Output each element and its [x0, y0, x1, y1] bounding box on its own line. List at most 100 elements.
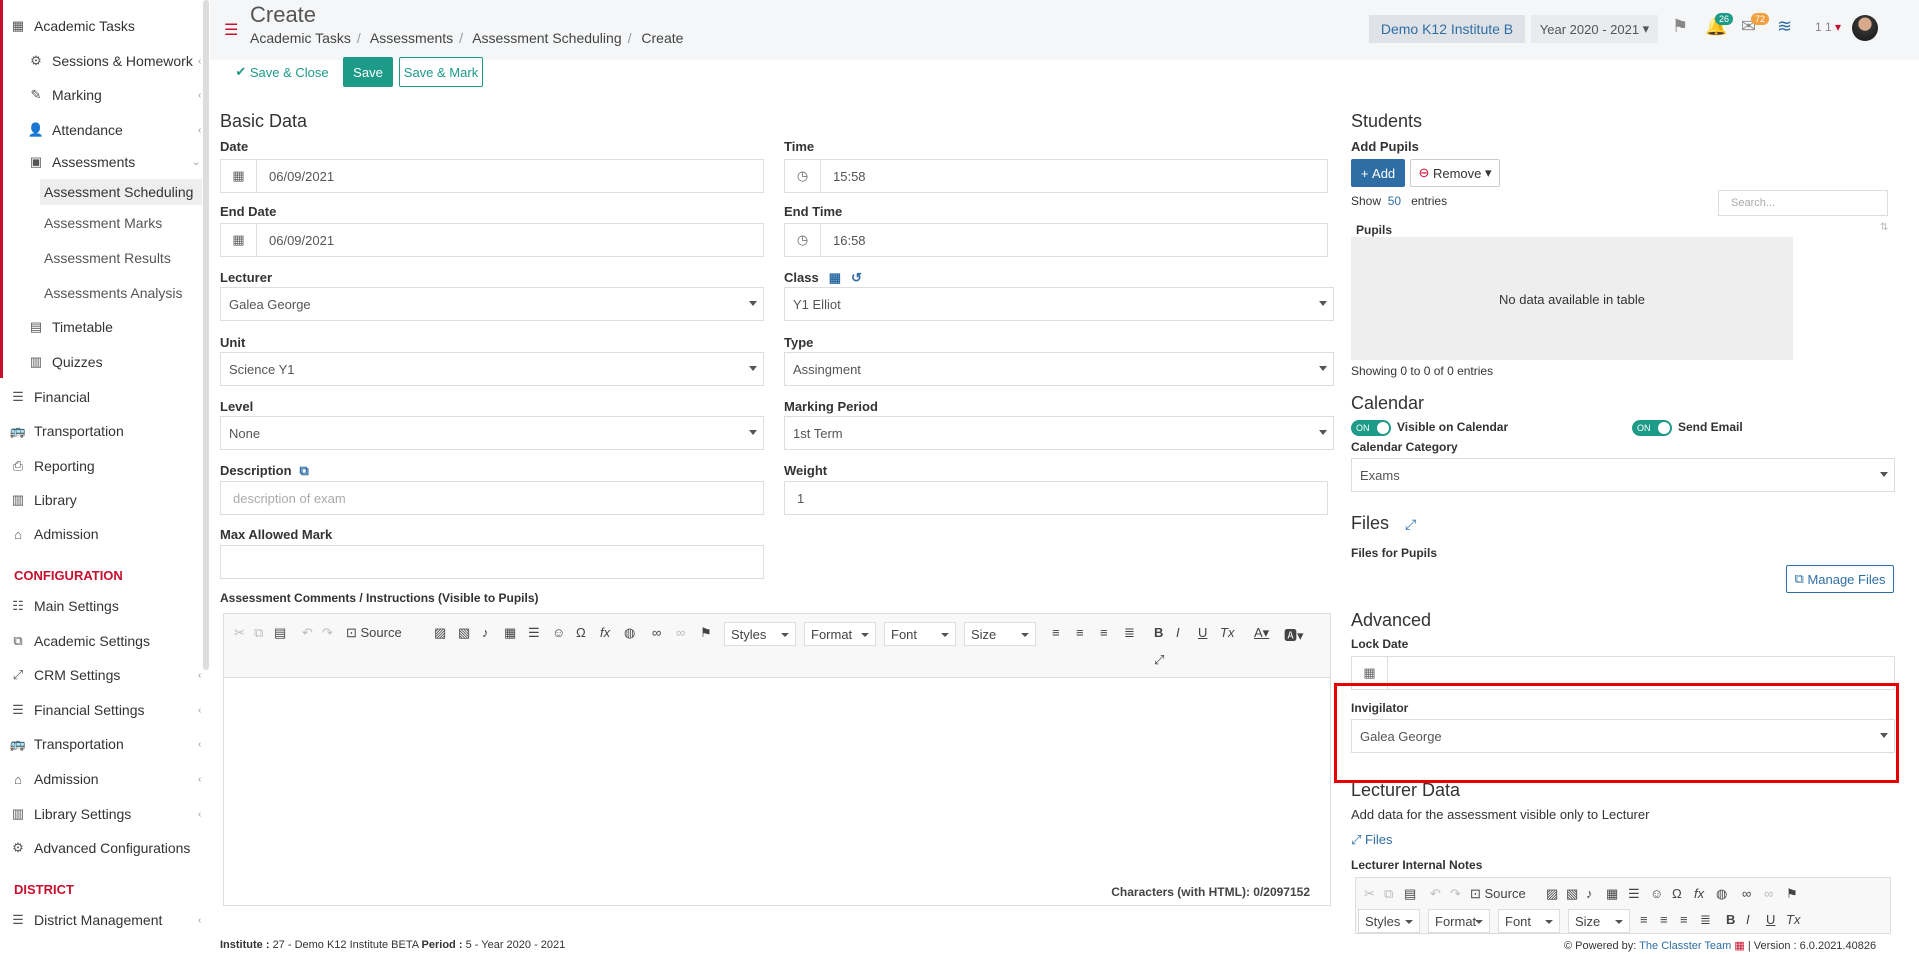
- clear-format-icon[interactable]: Tx: [1786, 912, 1800, 927]
- sidebar-item-assessment-marks[interactable]: Assessment Marks: [44, 210, 162, 236]
- level-select[interactable]: None: [220, 416, 764, 450]
- source-button[interactable]: ⊡ Source: [346, 625, 402, 641]
- paste-icon[interactable]: ▤: [1404, 886, 1416, 902]
- expand-icon[interactable]: ⤢: [1405, 516, 1416, 532]
- bold-icon[interactable]: B: [1726, 912, 1735, 927]
- italic-icon[interactable]: I: [1176, 625, 1180, 640]
- bg-color-icon[interactable]: 🅰▾: [1284, 625, 1304, 644]
- unlink-icon[interactable]: ∞: [676, 625, 685, 640]
- undo-icon[interactable]: ↶: [1430, 886, 1441, 902]
- lecturer-notes-editor-toolbar[interactable]: ✂ ⧉ ▤ ↶ ↷ ⊡ Source ▨ ▧ ♪ ▦ ☰ ☺ Ω fx ◍ ∞ …: [1355, 877, 1891, 934]
- size-dropdown[interactable]: Size: [1568, 909, 1630, 933]
- underline-icon[interactable]: U: [1198, 625, 1207, 640]
- styles-dropdown[interactable]: Styles: [1358, 909, 1420, 933]
- end-date-field[interactable]: ▦ 06/09/2021: [220, 223, 764, 257]
- add-pupil-button[interactable]: + Add: [1351, 159, 1405, 187]
- sidebar-item-library-settings[interactable]: ▥ Library Settings ‹: [10, 801, 202, 827]
- flag-icon[interactable]: ⚑: [700, 625, 712, 641]
- formula-icon[interactable]: fx: [1694, 886, 1704, 901]
- type-select[interactable]: Assingment: [784, 352, 1334, 386]
- align-justify-icon[interactable]: ≣: [1124, 625, 1135, 641]
- sidebar-item-timetable[interactable]: ▤ Timetable: [28, 314, 113, 340]
- institute-button[interactable]: Demo K12 Institute B: [1369, 15, 1525, 43]
- breadcrumb-item[interactable]: Academic Tasks: [250, 30, 351, 46]
- table-icon[interactable]: ▦: [504, 625, 516, 641]
- sidebar-item-financial[interactable]: ☰ Financial: [10, 384, 90, 410]
- comments-editor[interactable]: ✂ ⧉ ▤ ↶ ↷ ⊡ Source ▨ ▧ ♪ ▦ ☰ ☺ Ω fx ◍ ∞ …: [223, 613, 1331, 906]
- undo-icon[interactable]: ↶: [302, 625, 313, 641]
- avatar[interactable]: [1852, 15, 1878, 41]
- copy-icon[interactable]: ⧉: [254, 625, 263, 641]
- calendar-category-select[interactable]: Exams: [1351, 458, 1895, 492]
- weight-input[interactable]: 1: [784, 481, 1328, 515]
- pupils-column-header[interactable]: Pupils: [1356, 223, 1392, 237]
- flag-icon[interactable]: ⚑: [1786, 886, 1798, 902]
- sidebar-item-academic-tasks[interactable]: ▦ Academic Tasks: [10, 13, 135, 39]
- underline-icon[interactable]: U: [1766, 912, 1775, 927]
- sidebar-item-financial-settings[interactable]: ☰ Financial Settings ‹: [10, 697, 201, 723]
- sidebar-item-marking[interactable]: ✎ Marking ‹: [28, 82, 202, 108]
- sidebar-item-crm-settings[interactable]: ⤢ CRM Settings ‹: [10, 662, 202, 688]
- lecturer-select[interactable]: Galea George: [220, 287, 764, 321]
- sidebar-item-attendance[interactable]: 👤 Attendance ‹: [28, 117, 201, 143]
- send-email-toggle[interactable]: ON: [1632, 420, 1672, 436]
- image-icon[interactable]: ▨: [1546, 886, 1558, 902]
- user-name[interactable]: 1 1 ▾: [1815, 20, 1841, 34]
- breadcrumb-item[interactable]: Assessments: [370, 30, 453, 46]
- image2-icon[interactable]: ▧: [1566, 886, 1578, 902]
- sidebar-item-district-management[interactable]: ☰ District Management ‹: [10, 907, 201, 933]
- sidebar-item-main-settings[interactable]: ☷ Main Settings: [10, 593, 119, 619]
- flag-icon[interactable]: ⚑: [1672, 16, 1688, 37]
- paste-icon[interactable]: ▤: [274, 625, 286, 641]
- sidebar-item-assessment-scheduling[interactable]: Assessment Scheduling: [40, 179, 202, 205]
- cut-icon[interactable]: ✂: [1364, 886, 1375, 902]
- align-justify-icon[interactable]: ≣: [1700, 912, 1711, 928]
- unit-select[interactable]: Science Y1: [220, 352, 764, 386]
- calendar-icon[interactable]: ▦: [829, 270, 841, 285]
- source-button[interactable]: ⊡ Source: [1470, 886, 1526, 902]
- save-button[interactable]: Save: [343, 57, 393, 87]
- bold-icon[interactable]: B: [1154, 625, 1163, 640]
- globe-icon[interactable]: ◍: [1716, 886, 1727, 902]
- align-right-icon[interactable]: ≡: [1680, 912, 1688, 927]
- layers-icon[interactable]: ≋: [1777, 16, 1792, 37]
- entries-select[interactable]: 50: [1388, 194, 1401, 208]
- sidebar-item-admission[interactable]: ⌂ Admission: [10, 521, 99, 547]
- smiley-icon[interactable]: ☺: [1650, 886, 1663, 901]
- marking-period-select[interactable]: 1st Term: [784, 416, 1334, 450]
- redo-icon[interactable]: ↷: [322, 625, 333, 641]
- maximize-icon[interactable]: ⤢: [1154, 652, 1164, 668]
- sidebar-item-academic-settings[interactable]: ⧉ Academic Settings: [10, 628, 150, 654]
- breadcrumb-item[interactable]: Assessment Scheduling: [472, 30, 621, 46]
- time-field[interactable]: ◷ 15:58: [784, 159, 1328, 193]
- sidebar-scrollbar[interactable]: [203, 0, 209, 670]
- date-field[interactable]: ▦ 06/09/2021: [220, 159, 764, 193]
- sidebar-item-sessions[interactable]: ⚙ Sessions & Homework ‹: [28, 48, 201, 74]
- hr-icon[interactable]: ☰: [1628, 886, 1640, 902]
- link-icon[interactable]: ∞: [1742, 886, 1751, 901]
- styles-dropdown[interactable]: Styles: [724, 622, 796, 646]
- sidebar-item-library[interactable]: ▥ Library: [10, 487, 77, 513]
- end-time-field[interactable]: ◷ 16:58: [784, 223, 1328, 257]
- align-right-icon[interactable]: ≡: [1100, 625, 1108, 640]
- clear-format-icon[interactable]: Tx: [1220, 625, 1234, 640]
- sort-icon[interactable]: ⇅: [1880, 222, 1888, 233]
- omega-icon[interactable]: Ω: [1672, 886, 1682, 901]
- sidebar-item-assessments[interactable]: ▣ Assessments ⌄: [28, 149, 201, 175]
- font-dropdown[interactable]: Font: [1498, 909, 1560, 933]
- sidebar-item-admission-settings[interactable]: ⌂ Admission ‹: [10, 766, 201, 792]
- link-icon[interactable]: ∞: [652, 625, 661, 640]
- align-left-icon[interactable]: ≡: [1640, 912, 1648, 927]
- lecturer-files-link[interactable]: ⤢ Files: [1351, 832, 1392, 848]
- save-close-button[interactable]: ✔ Save & Close: [230, 57, 334, 87]
- image2-icon[interactable]: ▧: [458, 625, 470, 641]
- classter-link[interactable]: The Classter Team: [1639, 940, 1731, 952]
- class-select[interactable]: Y1 Elliot: [784, 287, 1334, 321]
- italic-icon[interactable]: I: [1746, 912, 1750, 927]
- audio-icon[interactable]: ♪: [482, 625, 489, 640]
- invigilator-select[interactable]: Galea George: [1351, 719, 1895, 753]
- align-center-icon[interactable]: ≡: [1076, 625, 1084, 640]
- sidebar-item-transportation[interactable]: 🚌 Transportation: [10, 418, 124, 444]
- max-mark-input[interactable]: [220, 545, 764, 579]
- sidebar-item-advanced-configurations[interactable]: ⚙ Advanced Configurations: [10, 835, 190, 861]
